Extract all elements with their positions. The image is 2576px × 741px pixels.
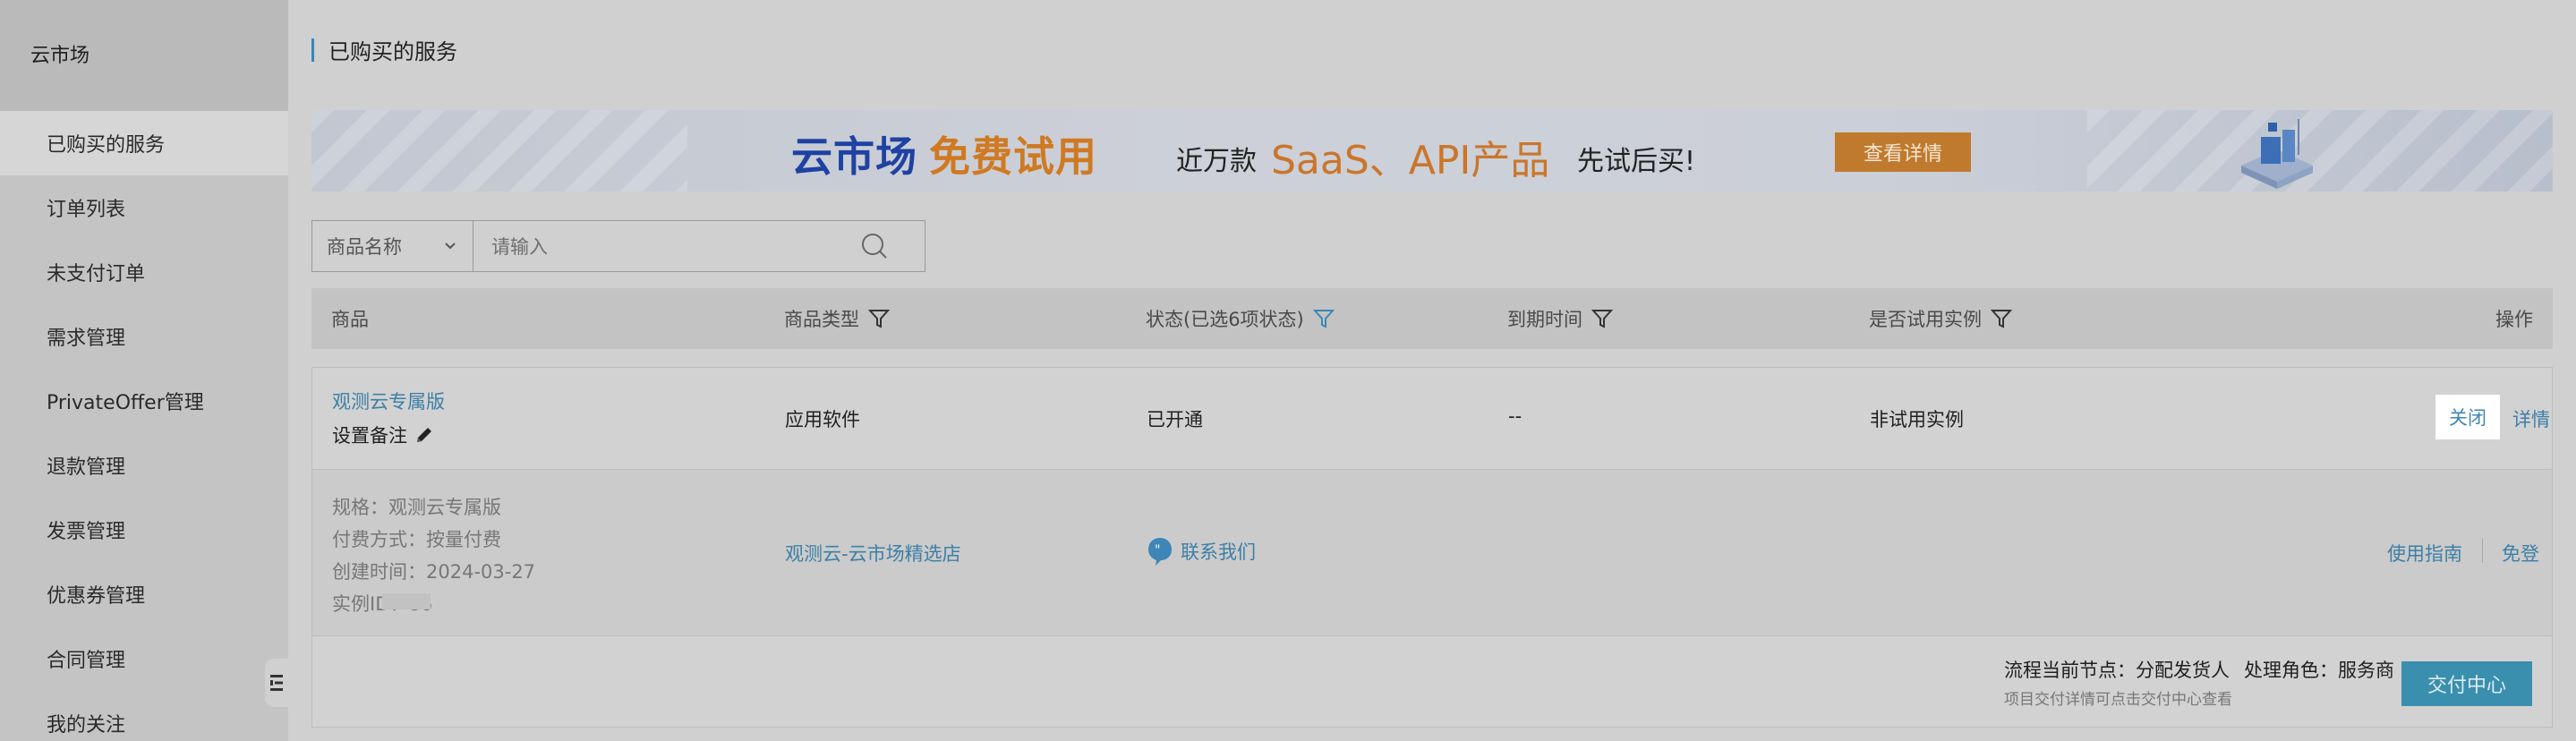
status-value: 已开通 xyxy=(1147,409,1203,430)
banner-suffix: 先试后买! xyxy=(1577,146,1696,177)
chevron-down-icon xyxy=(445,243,456,250)
expiry-value: -- xyxy=(1508,405,1523,427)
table-row: 观测云专属版 设置备注 应用软件 已开通 -- 非试用实例 关闭 详情 xyxy=(312,368,2552,470)
banner-highlight: SaaS、API产品 xyxy=(1271,138,1550,183)
contact-us-link[interactable]: " 联系我们 xyxy=(1147,536,1256,566)
sidebar-item-following[interactable]: 我的关注 xyxy=(0,691,288,741)
column-type-label: 商品类型 xyxy=(784,309,859,330)
sidebar-item-requirements[interactable]: 需求管理 xyxy=(0,304,288,369)
svg-text:": " xyxy=(1155,543,1160,558)
set-note-button[interactable]: 设置备注 xyxy=(332,422,434,448)
banner-view-details-button[interactable]: 查看详情 xyxy=(1835,132,1971,172)
sidebar-item-refunds[interactable]: 退款管理 xyxy=(0,433,288,498)
process-role-text: 处理角色：服务商 xyxy=(2244,660,2394,681)
trial-value: 非试用实例 xyxy=(1870,409,1964,430)
close-button[interactable]: 关闭 xyxy=(2435,395,2500,439)
redacted-instance-id xyxy=(382,593,431,609)
process-hint-text: 项目交付详情可点击交付中心查看 xyxy=(2004,691,2232,709)
sidebar-item-coupons[interactable]: 优惠券管理 xyxy=(0,562,288,626)
search-placeholder: 请输入 xyxy=(491,236,548,258)
page-title: 已购买的服务 xyxy=(328,39,457,64)
set-note-label: 设置备注 xyxy=(332,425,407,447)
column-status-label: 状态(已选6项状态) xyxy=(1146,309,1304,330)
search-icon[interactable] xyxy=(860,232,889,260)
product-type: 应用软件 xyxy=(785,409,860,430)
filter-icon[interactable] xyxy=(1991,308,2012,329)
search-bar: 商品名称 请输入 xyxy=(311,220,925,272)
table-header: 商品 商品类型 状态(已选6项状态) 到期时间 是否试用实例 操作 xyxy=(311,288,2553,349)
pencil-icon xyxy=(417,428,431,442)
created-time-text: 创建时间：2024-03-27 xyxy=(332,561,536,583)
banner-free-trial: 免费试用 xyxy=(929,132,1097,181)
column-expiry: 到期时间 xyxy=(1507,288,1613,349)
column-type: 商品类型 xyxy=(784,288,890,349)
column-product: 商品 xyxy=(331,288,369,349)
column-actions: 操作 xyxy=(2495,288,2533,349)
sidebar-item-invoices[interactable]: 发票管理 xyxy=(0,498,288,562)
column-status: 状态(已选6项状态) xyxy=(1146,288,1335,349)
sidebar-item-private-offer[interactable]: PrivateOffer管理 xyxy=(0,369,288,433)
column-trial-label: 是否试用实例 xyxy=(1869,309,1982,330)
sidebar-item-orders[interactable]: 订单列表 xyxy=(0,175,288,240)
column-expiry-label: 到期时间 xyxy=(1507,309,1582,330)
product-name-link[interactable]: 观测云专属版 xyxy=(332,388,445,414)
sidebar-item-purchased-services[interactable]: 已购买的服务 xyxy=(0,111,288,175)
search-field-select[interactable]: 商品名称 xyxy=(312,221,473,271)
filter-icon[interactable] xyxy=(1591,308,1613,329)
column-actions-label: 操作 xyxy=(2495,309,2533,330)
action-divider xyxy=(2482,538,2483,563)
promo-banner[interactable]: 云市场 免费试用 近万款 SaaS、API产品 先试后买! 查看详情 xyxy=(311,110,2553,192)
sidebar-item-contracts[interactable]: 合同管理 xyxy=(0,626,288,691)
payment-method-text: 付费方式：按量付费 xyxy=(332,529,501,550)
usage-guide-link[interactable]: 使用指南 xyxy=(2387,540,2462,566)
delivery-center-button[interactable]: 交付中心 xyxy=(2401,661,2532,706)
header-accent-bar xyxy=(311,38,314,62)
spec-text: 规格：观测云专属版 xyxy=(332,497,501,518)
search-field-label: 商品名称 xyxy=(327,236,402,258)
contact-us-label: 联系我们 xyxy=(1181,541,1256,563)
service-card: 观测云专属版 设置备注 应用软件 已开通 -- 非试用实例 关闭 详情 规格：观… xyxy=(311,367,2553,728)
page-header: 已购买的服务 xyxy=(311,34,457,65)
process-row: 流程当前节点：分配发货人 处理角色：服务商 项目交付详情可点击交付中心查看 交付… xyxy=(312,636,2552,728)
main-content: 已购买的服务 云市场 免费试用 近万款 SaaS、API产品 先试后买! 查看详… xyxy=(288,0,2576,741)
collapse-menu-icon xyxy=(270,675,283,691)
process-node-text: 流程当前节点：分配发货人 xyxy=(2004,660,2230,681)
banner-decoration-left xyxy=(311,110,687,192)
store-link[interactable]: 观测云-云市场精选店 xyxy=(785,540,961,566)
column-product-label: 商品 xyxy=(331,309,369,330)
filter-icon[interactable] xyxy=(1312,308,1335,329)
banner-brand: 云市场 xyxy=(791,132,917,181)
filter-icon[interactable] xyxy=(868,308,890,329)
service-detail-row: 规格：观测云专属版 付费方式：按量付费 创建时间：2024-03-27 实例ID… xyxy=(312,470,2552,636)
banner-illustration-icon xyxy=(2241,119,2313,189)
sidebar-collapse-button[interactable] xyxy=(265,659,288,707)
sidebar-item-unpaid-orders[interactable]: 未支付订单 xyxy=(0,240,288,304)
chat-bubble-icon: " xyxy=(1148,538,1172,566)
sso-login-link[interactable]: 免登 xyxy=(2502,540,2539,566)
banner-prefix: 近万款 xyxy=(1176,146,1257,177)
sidebar-title: 云市场 xyxy=(0,0,288,111)
search-input[interactable]: 请输入 xyxy=(473,221,925,271)
column-trial: 是否试用实例 xyxy=(1869,288,2012,349)
sidebar: 云市场 已购买的服务 订单列表 未支付订单 需求管理 PrivateOffer管… xyxy=(0,0,288,741)
details-link[interactable]: 详情 xyxy=(2512,405,2550,432)
